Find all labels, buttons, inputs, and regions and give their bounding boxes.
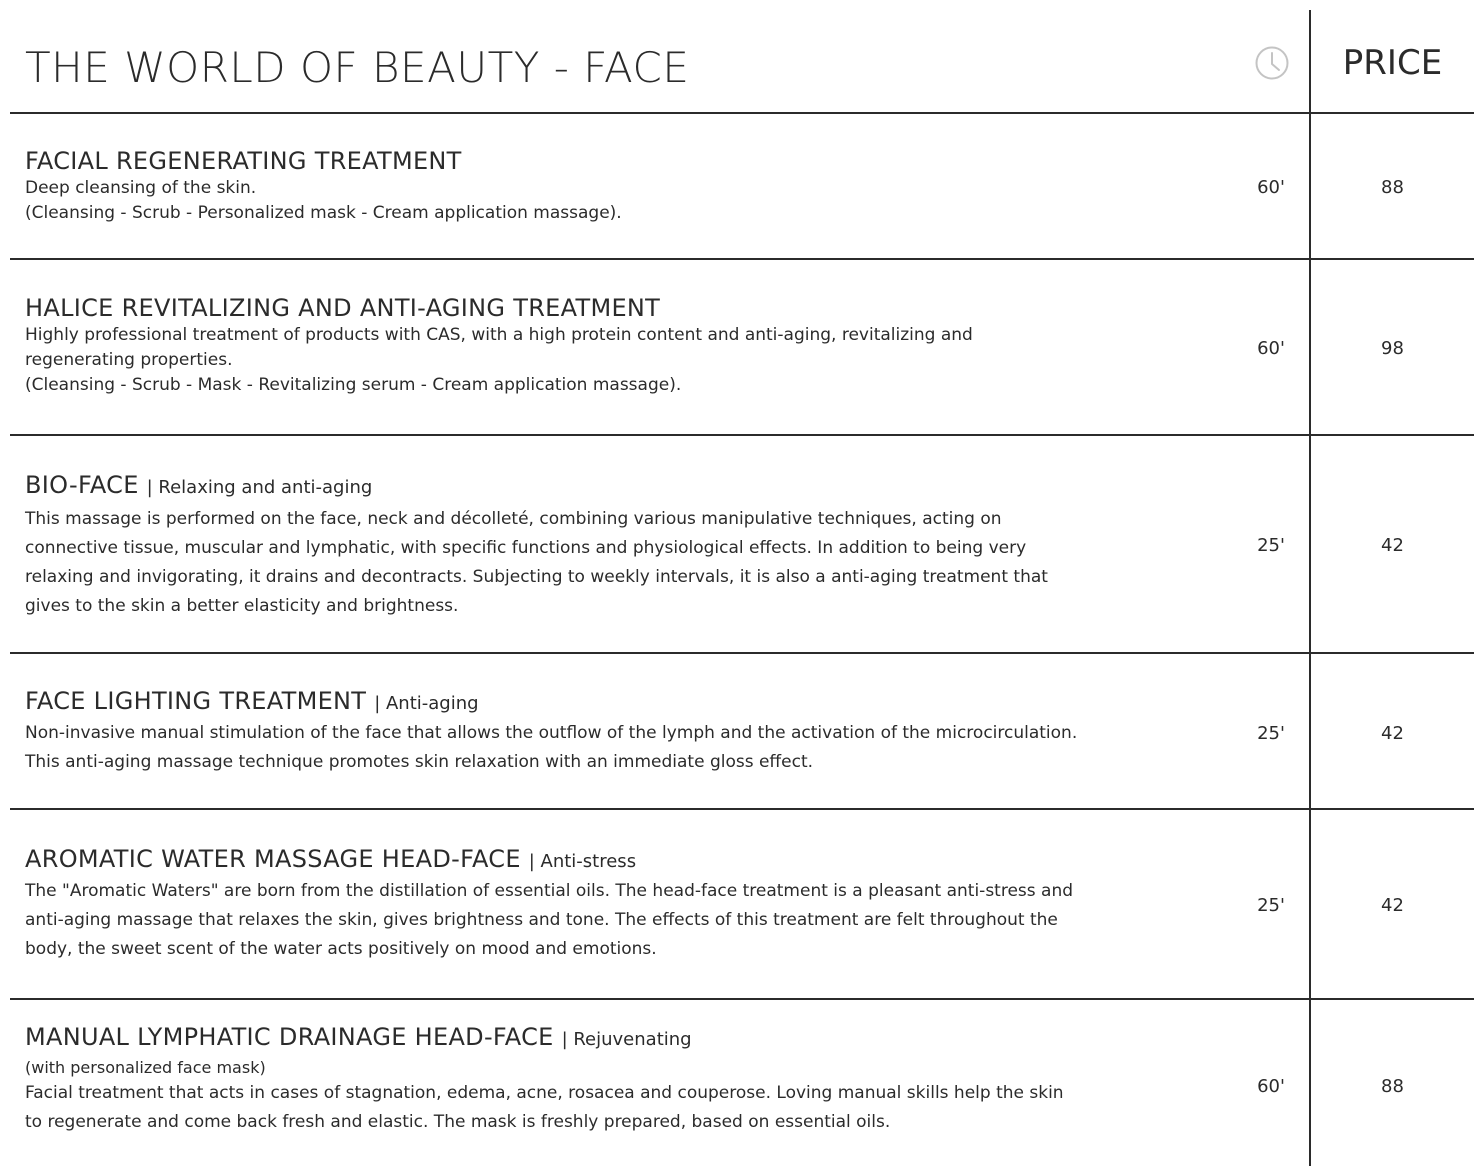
treatment-name: MANUAL LYMPHATIC DRAINAGE HEAD-FACE | Re… [25,1023,692,1051]
treatment-duration: 60' [1257,1076,1285,1097]
treatment-note: (with personalized face mask) [25,1058,266,1077]
treatment-duration: 25' [1257,895,1285,916]
treatment-row: MANUAL LYMPHATIC DRAINAGE HEAD-FACE | Re… [0,1000,1474,1166]
treatment-price: 88 [1381,177,1404,198]
treatment-description: The "Aromatic Waters" are born from the … [25,881,1074,959]
treatment-duration: 25' [1257,535,1285,556]
treatment-row: HALICE REVITALIZING AND ANTI-AGING TREAT… [0,260,1474,434]
treatment-row: AROMATIC WATER MASSAGE HEAD-FACE | Anti-… [0,810,1474,998]
treatment-tag: | Anti-stress [528,851,637,872]
treatment-description: This massage is performed on the face, n… [25,509,1048,616]
treatment-info: FACE LIGHTING TREATMENT | Anti-aging Non… [25,686,1220,777]
treatment-tag: | Rejuvenating [561,1029,692,1050]
clock-icon [1255,46,1289,80]
treatment-name: BIO-FACE | Relaxing and anti-aging [25,471,373,499]
treatment-price: 88 [1381,1076,1404,1097]
treatment-price: 42 [1381,535,1404,556]
treatment-duration: 60' [1257,338,1285,359]
treatment-row: BIO-FACE | Relaxing and anti-aging This … [0,436,1474,652]
treatment-duration: 60' [1257,177,1285,198]
treatment-description: Highly professional treatment of product… [25,325,973,395]
treatment-description: Non-invasive manual stimulation of the f… [25,723,1078,772]
treatment-info: MANUAL LYMPHATIC DRAINAGE HEAD-FACE | Re… [25,1022,1220,1137]
treatment-info: HALICE REVITALIZING AND ANTI-AGING TREAT… [25,293,1220,398]
price-column-header: PRICE [1342,43,1443,83]
page-title: THE WORLD OF BEAUTY - FACE [25,43,690,92]
treatment-duration: 25' [1257,723,1285,744]
treatment-description: Facial treatment that acts in cases of s… [25,1083,1064,1132]
treatment-price: 42 [1381,723,1404,744]
treatment-row: FACE LIGHTING TREATMENT | Anti-aging Non… [0,654,1474,808]
treatment-price: 42 [1381,895,1404,916]
treatment-name: FACIAL REGENERATING TREATMENT [25,147,462,175]
treatment-tag: | Anti-aging [374,693,479,714]
treatment-info: AROMATIC WATER MASSAGE HEAD-FACE | Anti-… [25,844,1220,964]
treatment-description: Deep cleansing of the skin. (Cleansing -… [25,178,622,223]
treatment-name: AROMATIC WATER MASSAGE HEAD-FACE | Anti-… [25,845,637,873]
treatment-row: FACIAL REGENERATING TREATMENT Deep clean… [0,114,1474,258]
treatment-name: FACE LIGHTING TREATMENT | Anti-aging [25,687,479,715]
treatment-name: HALICE REVITALIZING AND ANTI-AGING TREAT… [25,294,661,322]
treatment-tag: | Relaxing and anti-aging [146,477,373,498]
treatment-info: BIO-FACE | Relaxing and anti-aging This … [25,470,1220,621]
treatment-info: FACIAL REGENERATING TREATMENT Deep clean… [25,146,1220,226]
treatment-price: 98 [1381,338,1404,359]
price-list-page: THE WORLD OF BEAUTY - FACE PRICE FACIAL … [0,0,1474,1166]
